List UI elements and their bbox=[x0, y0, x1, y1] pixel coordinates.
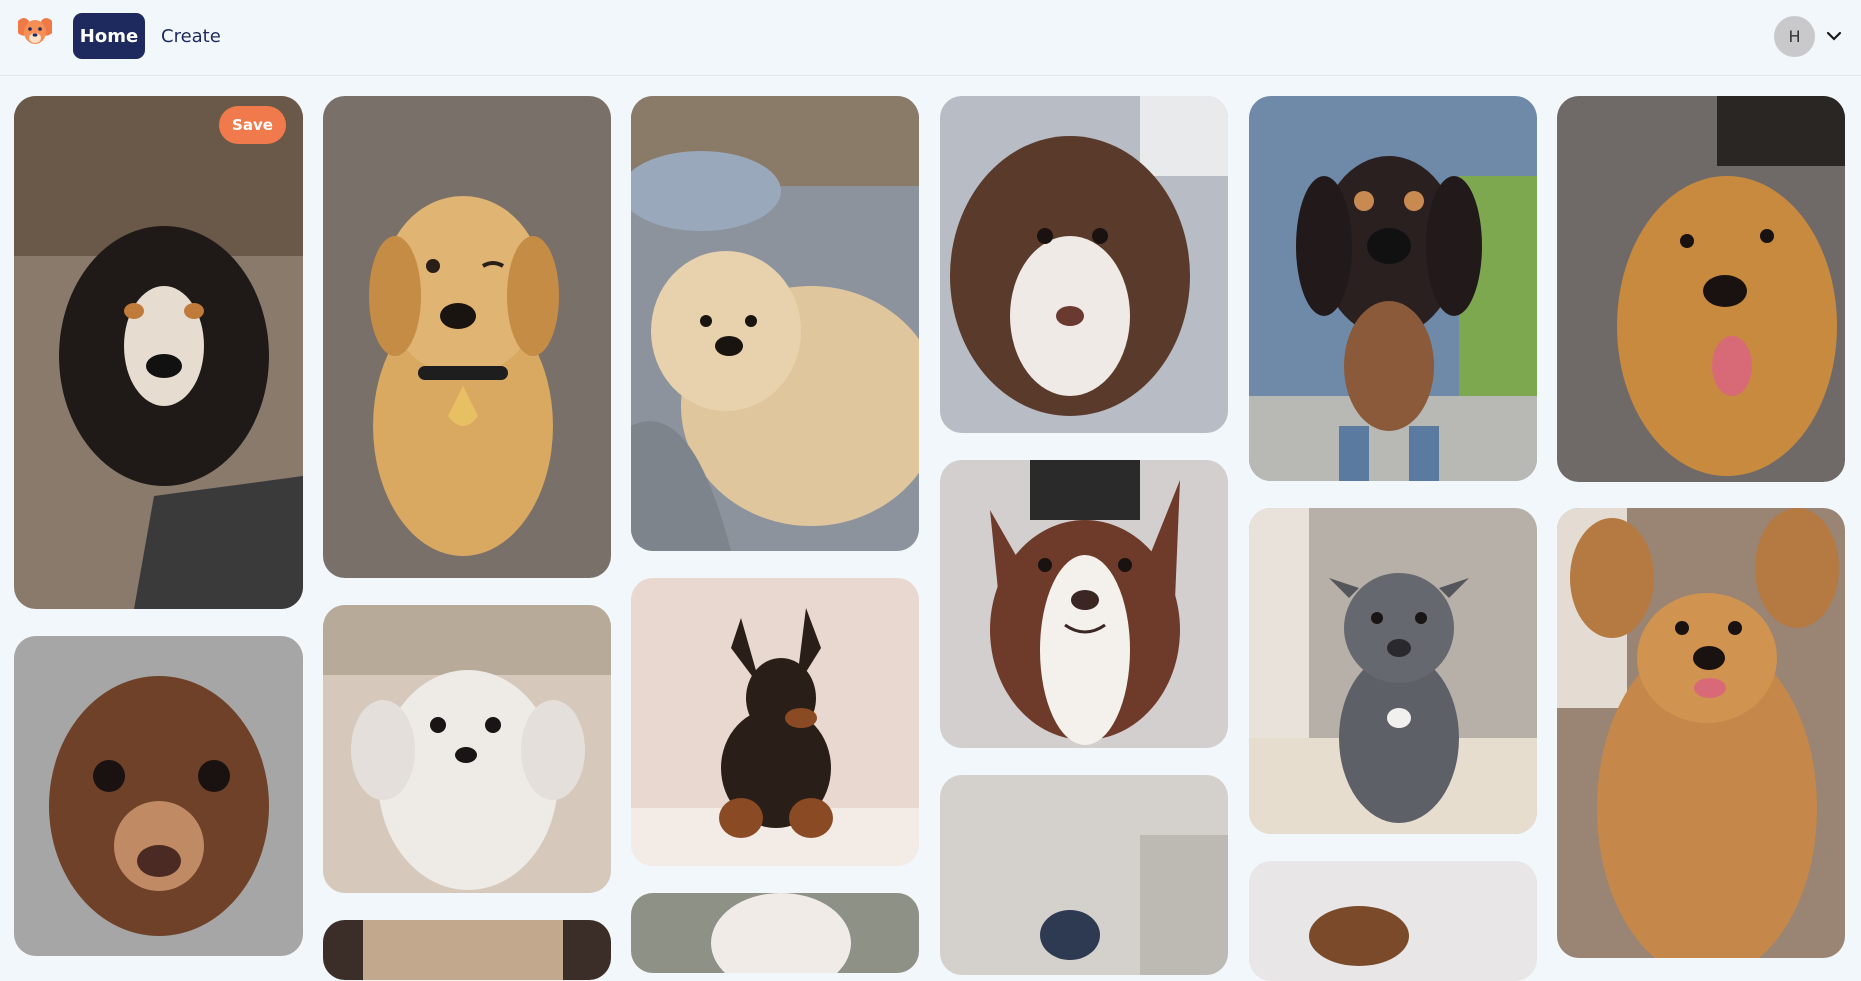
pin-card-golden-winking[interactable] bbox=[323, 96, 611, 578]
pin-card-partial-1[interactable] bbox=[323, 920, 611, 980]
pin-image bbox=[1249, 96, 1537, 481]
pin-image bbox=[631, 578, 919, 866]
pin-card-shepherd-puppy[interactable] bbox=[940, 96, 1228, 433]
dog-logo-icon[interactable] bbox=[14, 15, 56, 49]
pin-card-partial-3[interactable] bbox=[940, 775, 1228, 975]
nav-home-button[interactable]: Home bbox=[73, 13, 145, 59]
chevron-down-icon[interactable] bbox=[1826, 28, 1842, 44]
pin-image bbox=[323, 96, 611, 578]
pin-image bbox=[14, 96, 303, 609]
pin-image bbox=[940, 460, 1228, 748]
pin-card-bernese-puppy[interactable] bbox=[14, 96, 303, 609]
pin-image bbox=[323, 605, 611, 893]
pin-image bbox=[1249, 508, 1537, 834]
top-nav-bar: Home Create H bbox=[0, 0, 1861, 76]
save-button[interactable]: Save bbox=[219, 106, 286, 144]
pin-card-partial-2[interactable] bbox=[631, 893, 919, 973]
pin-image bbox=[940, 775, 1228, 975]
pin-card-doberman-puppy[interactable] bbox=[631, 578, 919, 866]
user-avatar[interactable]: H bbox=[1774, 16, 1815, 57]
pin-card-dachshund-held[interactable] bbox=[1249, 96, 1537, 481]
pin-card-dachshund-puppy[interactable] bbox=[14, 636, 303, 956]
pin-image bbox=[323, 920, 611, 980]
pin-image bbox=[631, 96, 919, 551]
pin-image bbox=[940, 96, 1228, 433]
pin-image bbox=[1557, 508, 1845, 958]
pin-card-white-fluffy-puppy[interactable] bbox=[323, 605, 611, 893]
pin-image bbox=[14, 636, 303, 956]
pin-image bbox=[1249, 861, 1537, 981]
pin-card-pitbull-puppy[interactable] bbox=[1249, 508, 1537, 834]
pin-card-border-collie[interactable] bbox=[940, 460, 1228, 748]
nav-create-link[interactable]: Create bbox=[161, 13, 221, 59]
pin-card-golden-couch[interactable] bbox=[631, 96, 919, 551]
pin-card-golden-closeup[interactable] bbox=[1557, 96, 1845, 482]
pin-card-golden-jumping[interactable] bbox=[1557, 508, 1845, 958]
pin-image bbox=[1557, 96, 1845, 482]
pin-image bbox=[631, 893, 919, 973]
pin-card-partial-4[interactable] bbox=[1249, 861, 1537, 981]
